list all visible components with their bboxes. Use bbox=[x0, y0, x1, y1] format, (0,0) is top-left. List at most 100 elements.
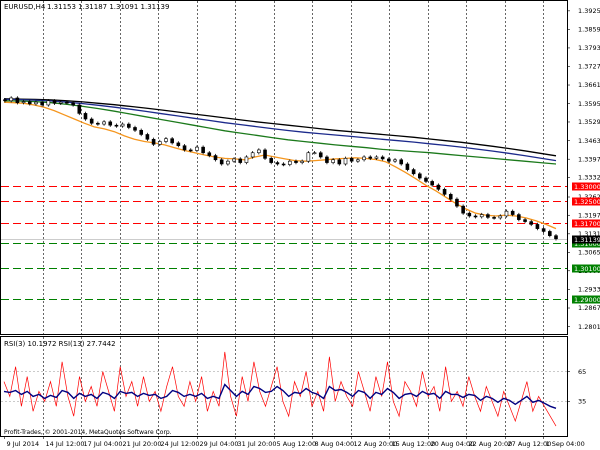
rsi-plot-frame bbox=[0, 336, 568, 437]
candle-body bbox=[269, 158, 274, 163]
candle-body bbox=[541, 228, 546, 232]
copyright-text: Profit-Trades, © 2001-2014, MetaQuotes S… bbox=[4, 429, 172, 436]
candle-body bbox=[504, 210, 509, 217]
candle-body bbox=[127, 123, 131, 128]
candle-body bbox=[40, 101, 44, 106]
candle-body bbox=[151, 138, 156, 145]
level-tag-label: 1.29000 bbox=[574, 296, 600, 304]
candle-body bbox=[182, 145, 187, 151]
candle-body bbox=[108, 121, 113, 126]
candle-body bbox=[257, 149, 261, 154]
candle-body bbox=[343, 158, 348, 165]
candle-body bbox=[535, 224, 540, 229]
candle-body bbox=[399, 159, 404, 165]
time-tick-label: 14 Jul 12:00 bbox=[46, 440, 85, 448]
rsi-level-label: 65 bbox=[578, 368, 586, 376]
time-tick-label: 17 Jul 04:00 bbox=[84, 440, 123, 448]
candle-body bbox=[157, 141, 162, 145]
time-axis: 9 Jul 2014 14 Jul 12:00 17 Jul 04:00 21 Jul… bbox=[4, 436, 585, 448]
candle-body bbox=[27, 101, 32, 105]
candle-body bbox=[250, 152, 255, 158]
candle-body bbox=[120, 123, 125, 127]
candle-body bbox=[34, 101, 38, 105]
candle-body bbox=[498, 215, 503, 219]
candle-body bbox=[238, 158, 243, 163]
candle-body bbox=[263, 149, 267, 159]
candle-body bbox=[3, 99, 7, 102]
symbol-label: EURUSD,H4 bbox=[4, 3, 46, 11]
candle-body bbox=[281, 163, 286, 166]
chart-window[interactable]: 1.39250 1.38590 1.37930 1.37270 1.36610 1.359… bbox=[0, 0, 600, 450]
candle-body bbox=[15, 97, 20, 104]
candle-body bbox=[139, 129, 144, 135]
candle-body bbox=[300, 160, 304, 163]
candle-body bbox=[331, 159, 335, 163]
ohlc-values: 1.31153 1.31187 1.31091 1.31139 bbox=[47, 3, 169, 11]
candle-body bbox=[455, 198, 459, 207]
candle-body bbox=[486, 214, 490, 218]
price-tick-label: 1.28015 bbox=[578, 323, 600, 331]
candle-body bbox=[195, 146, 199, 151]
candle-body bbox=[145, 134, 150, 140]
candle-body bbox=[510, 210, 515, 215]
candle-body bbox=[226, 160, 230, 165]
current-price-label: 1.31139 bbox=[574, 236, 600, 244]
time-tick-label: 22 Aug 20:00 bbox=[469, 440, 513, 448]
candle-body bbox=[473, 215, 478, 218]
level-tag-label: 1.31700 bbox=[574, 220, 600, 228]
candle-body bbox=[9, 97, 13, 102]
candle-body bbox=[529, 221, 534, 225]
candle-body bbox=[58, 101, 63, 104]
candle-body bbox=[201, 146, 205, 154]
candle-body bbox=[492, 217, 496, 219]
price-tick-label: 1.30655 bbox=[578, 249, 600, 257]
candle-body bbox=[356, 159, 360, 162]
candle-body bbox=[114, 124, 119, 127]
candle-body bbox=[52, 100, 57, 104]
candle-body bbox=[287, 160, 292, 165]
candle-body bbox=[312, 152, 317, 155]
time-tick-label: 9 Jul 2014 bbox=[7, 440, 40, 448]
candle-body bbox=[467, 212, 472, 217]
time-tick-label: 31 Jul 20:00 bbox=[238, 440, 277, 448]
time-tick-label: 15 Aug 12:00 bbox=[392, 440, 436, 448]
candle-body bbox=[554, 235, 558, 240]
candle-body bbox=[517, 214, 521, 220]
candle-body bbox=[176, 142, 181, 147]
price-tick-label: 1.38590 bbox=[578, 26, 600, 34]
candle-body bbox=[207, 152, 212, 156]
candle-body bbox=[362, 156, 366, 161]
price-tick-label: 1.36610 bbox=[578, 81, 600, 89]
candle-body bbox=[83, 113, 88, 120]
rsi-label: RSI(3) 10.1972 RSI(13) 27.7442 bbox=[4, 340, 116, 348]
time-tick-label: 29 Jul 04:00 bbox=[200, 440, 239, 448]
candle-body bbox=[188, 149, 193, 152]
price-tick-label: 1.34630 bbox=[578, 137, 600, 145]
price-axis: 1.39250 1.38590 1.37930 1.37270 1.36610 1.359… bbox=[567, 7, 600, 331]
candle-body bbox=[102, 121, 106, 125]
price-tick-label: 1.33320 bbox=[578, 174, 600, 182]
candle-body bbox=[275, 162, 280, 165]
price-tick-label: 1.37930 bbox=[578, 44, 600, 52]
candle-body bbox=[65, 101, 69, 104]
candle-body bbox=[71, 102, 75, 106]
candle-body bbox=[479, 214, 484, 218]
candle-body bbox=[349, 158, 354, 162]
candle-body bbox=[213, 155, 218, 161]
candle-body bbox=[405, 163, 410, 170]
candle-body bbox=[368, 156, 373, 159]
price-tick-label: 1.31975 bbox=[578, 211, 600, 219]
candle-body bbox=[430, 181, 434, 186]
candle-body bbox=[374, 156, 379, 159]
price-tick-label: 1.37270 bbox=[578, 63, 600, 71]
time-tick-label: 8 Aug 04:00 bbox=[315, 440, 355, 448]
candle-body bbox=[448, 194, 453, 200]
candle-body bbox=[417, 173, 422, 179]
candle-body bbox=[306, 152, 311, 162]
rsi-level-label: 35 bbox=[578, 398, 586, 406]
candle-body bbox=[244, 156, 249, 163]
candle-body bbox=[548, 231, 552, 236]
time-tick-label: 5 Aug 12:00 bbox=[277, 440, 317, 448]
candle-body bbox=[77, 104, 82, 114]
candle-body bbox=[170, 138, 174, 144]
